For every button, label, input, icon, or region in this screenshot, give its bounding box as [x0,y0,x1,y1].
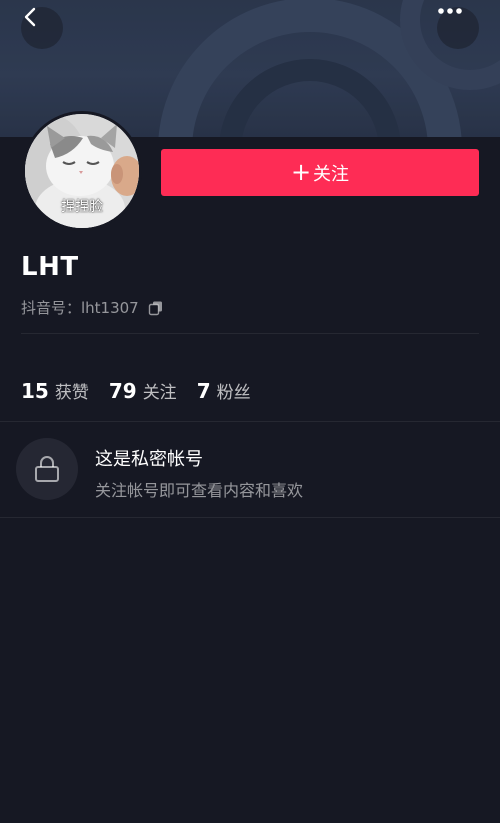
chevron-left-icon [24,7,36,27]
stat-followers[interactable]: 7 粉丝 [197,378,251,403]
lock-icon [35,456,59,482]
profile-page: 捏捏脸 + 关注 LHT 抖音号：lht1307 15 获赞 79 关注 7 粉… [0,0,500,823]
divider [0,517,500,518]
plus-icon: + [290,157,312,186]
account-id-text: 抖音号：lht1307 [21,299,139,317]
stat-likes-value: 15 [21,379,49,403]
more-dots-icon [438,8,462,14]
profile-name: LHT [21,252,79,282]
follow-button[interactable]: + 关注 [161,149,479,196]
stat-followers-value: 7 [196,379,211,403]
account-id: 抖音号：lht1307 [21,297,164,318]
stat-likes[interactable]: 15 获赞 [21,378,89,403]
divider [21,333,479,334]
more-options-button[interactable] [437,7,479,49]
stat-following[interactable]: 79 关注 [109,378,177,403]
stat-followers-label: 粉丝 [216,383,251,403]
follow-button-label: 关注 [313,163,350,185]
avatar[interactable]: 捏捏脸 [22,111,142,231]
profile-stats: 15 获赞 79 关注 7 粉丝 [21,378,271,403]
stat-following-value: 79 [108,379,137,403]
private-account-description: 关注帐号即可查看内容和喜欢 [95,481,304,500]
private-account-title: 这是私密帐号 [95,449,203,470]
stat-likes-label: 获赞 [54,383,89,403]
divider [0,421,500,422]
lock-badge [16,438,78,500]
back-button[interactable] [21,7,63,49]
stat-following-label: 关注 [142,383,177,403]
copy-icon[interactable] [148,300,164,316]
avatar-caption: 捏捏脸 [61,199,103,215]
